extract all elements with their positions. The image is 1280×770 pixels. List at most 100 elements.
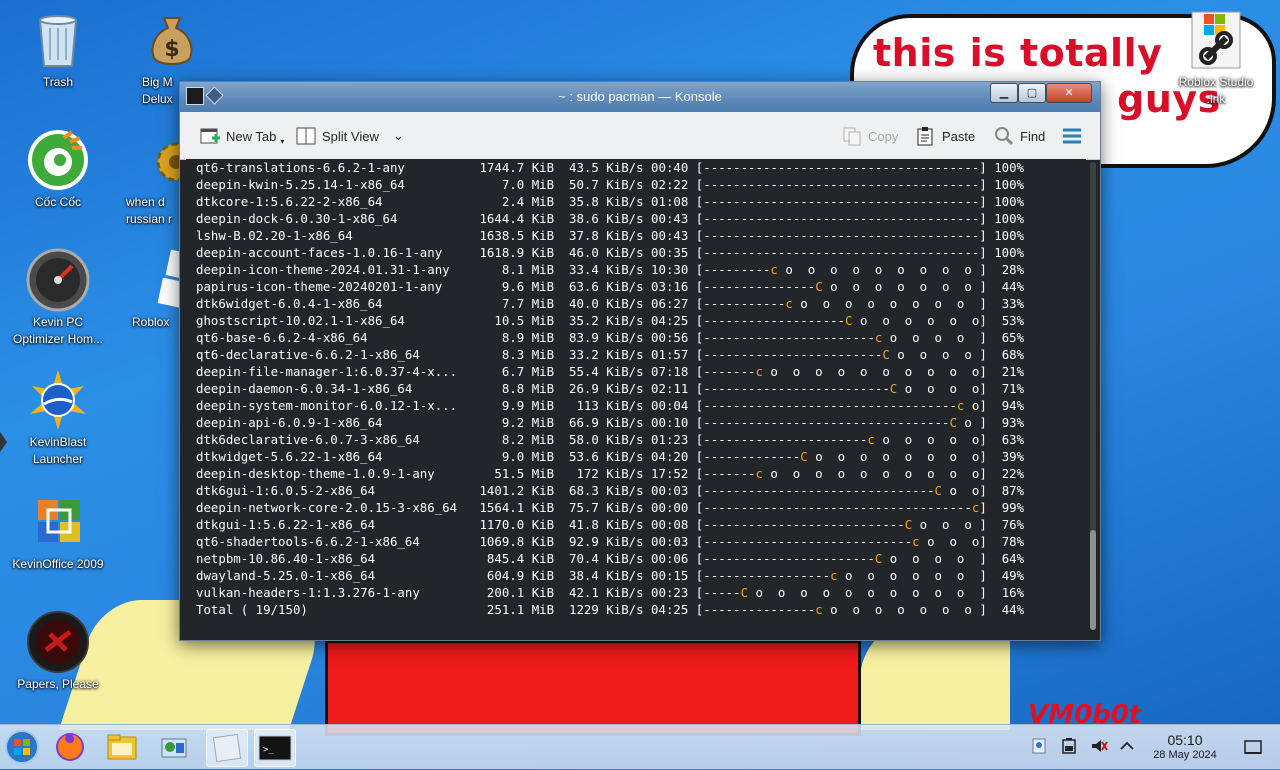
pacman-glyph: c <box>815 602 823 617</box>
konsole-window[interactable]: ~ : sudo pacman — Konsole ▁ ▢ ✕ New Tab … <box>179 81 1101 641</box>
taskbar-clock[interactable]: 05:10 28 May 2024 <box>1140 732 1230 762</box>
package-info: deepin-kwin-5.25.14-1-x86_64 7.0 MiB 50.… <box>196 177 704 192</box>
package-info: deepin-system-monitor-6.0.12-1-x... 9.9 … <box>196 398 704 413</box>
package-info: qt6-declarative-6.6.2-1-x86_64 8.3 MiB 3… <box>196 347 704 362</box>
package-info: deepin-desktop-theme-1.0.9-1-any 51.5 Mi… <box>196 466 704 481</box>
download-row: ghostscript-10.02.1-1-x86_64 10.5 MiB 35… <box>196 312 1086 329</box>
chevron-up-icon[interactable] <box>1118 737 1136 755</box>
progress-bar: -----------------c o o o o o o <box>703 568 980 583</box>
action-center-icon[interactable] <box>1030 737 1048 755</box>
desktop-icon-kevin-pc-optimizer[interactable]: Kevin PC Optimizer Hom... <box>2 248 114 348</box>
desktop-icon-label: KevinBlast Launcher <box>29 435 87 466</box>
chevron-down-icon[interactable]: ▾ <box>280 137 284 146</box>
new-tab-button[interactable]: New Tab ▾ <box>200 126 284 146</box>
paste-label: Paste <box>942 128 976 144</box>
chevron-down-icon[interactable]: ⌄ <box>393 128 404 144</box>
progress-percent: ] 100% <box>979 177 1025 192</box>
desktop-icon-trash[interactable]: Trash <box>2 8 114 91</box>
terminal-output[interactable]: qt6-translations-6.6.2-1-any 1744.7 KiB … <box>186 159 1086 632</box>
money-bag-icon: $ <box>140 8 204 72</box>
file-explorer-icon[interactable] <box>102 729 142 765</box>
package-info: deepin-daemon-6.0.34-1-x86_64 8.8 MiB 26… <box>196 381 704 396</box>
progress-percent: ] 53% <box>979 313 1025 328</box>
progress-bar: ---------------C o o o o o o o <box>703 279 980 294</box>
download-row: qt6-base-6.6.2-4-x86_64 8.9 MiB 83.9 KiB… <box>196 329 1086 346</box>
progress-bar: ------------------------------------- <box>703 228 980 243</box>
konsole-terminal-icon[interactable]: >_ <box>254 729 296 767</box>
desktop-icon-label: Kevin PC Optimizer Hom... <box>12 315 103 346</box>
hamburger-menu-button[interactable] <box>1062 126 1082 146</box>
progress-bar: ---------------------------C o o o <box>703 517 980 532</box>
app-window-icon[interactable] <box>206 729 248 767</box>
clock-time: 05:10 <box>1167 732 1203 748</box>
pacman-glyph: C <box>882 347 890 362</box>
terminal-scrollbar[interactable] <box>1090 162 1096 630</box>
maximize-button[interactable]: ▢ <box>1018 83 1046 103</box>
package-info: dtk6declarative-6.0.7-3-x86_64 8.2 MiB 5… <box>196 432 704 447</box>
pacman-glyph: C <box>949 415 957 430</box>
package-info: dtk6widget-6.0.4-1-x86_64 7.7 MiB 40.0 K… <box>196 296 704 311</box>
package-info: dwayland-5.25.0-1-x86_64 604.9 KiB 38.4 … <box>196 568 704 583</box>
progress-bar: -----C o o o o o o o o o o <box>703 585 980 600</box>
download-row: dtk6gui-1:6.0.5-2-x86_64 1401.2 KiB 68.3… <box>196 482 1086 499</box>
pacman-glyph: c <box>755 466 763 481</box>
close-button[interactable]: ✕ <box>1046 83 1092 103</box>
progress-bar: -------------C o o o o o o o o <box>703 449 980 464</box>
progress-bar: ----------------------c o o o o o <box>703 432 980 447</box>
download-row: lshw-B.02.20-1-x86_64 1638.5 KiB 37.8 Ki… <box>196 227 1086 244</box>
pacman-glyph: c <box>785 296 793 311</box>
mouse-cursor <box>0 432 7 452</box>
package-info: deepin-file-manager-1:6.0.37-4-x... 6.7 … <box>196 364 704 379</box>
download-row: vulkan-headers-1:1.3.276-1-any 200.1 KiB… <box>196 584 1086 601</box>
desktop-icon-kevinblast[interactable]: KevinBlast Launcher <box>2 368 114 468</box>
desktop-icon-coccoc[interactable]: Cốc Cốc <box>2 128 114 211</box>
copy-icon <box>842 126 862 146</box>
show-desktop-icon[interactable] <box>1244 738 1262 756</box>
konsole-toolbar: New Tab ▾ Split View ⌄ Copy Paste Find <box>180 112 1100 160</box>
copy-button[interactable]: Copy <box>842 126 898 146</box>
scrollbar-thumb[interactable] <box>1090 530 1096 630</box>
control-panel-icon[interactable] <box>154 729 194 765</box>
desktop-icon-label: Cốc Cốc <box>34 195 81 209</box>
download-row: deepin-api-6.0.9-1-x86_64 9.2 MiB 66.9 K… <box>196 414 1086 431</box>
desktop-icon-kevinoffice[interactable]: KevinOffice 2009 <box>2 490 114 573</box>
find-button[interactable]: Find <box>994 126 1045 146</box>
progress-percent: ] 63% <box>979 432 1025 447</box>
pacman-glyph: C <box>800 449 808 464</box>
split-view-button[interactable]: Split View ⌄ <box>296 126 404 146</box>
blast-launcher-icon <box>26 368 90 432</box>
progress-percent: ] 76% <box>979 517 1025 532</box>
download-row: dtk6widget-6.0.4-1-x86_64 7.7 MiB 40.0 K… <box>196 295 1086 312</box>
pacman-glyph: c <box>770 262 778 277</box>
volume-muted-icon[interactable] <box>1090 737 1108 755</box>
start-orb-icon[interactable] <box>2 729 42 765</box>
progress-bar: -------c o o o o o o o o o o <box>703 364 980 379</box>
package-info: qt6-translations-6.6.2-1-any 1744.7 KiB … <box>196 160 704 175</box>
progress-bar: -----------c o o o o o o o o <box>703 296 980 311</box>
download-row: papirus-icon-theme-20240201-1-any 9.6 Mi… <box>196 278 1086 295</box>
download-row: deepin-kwin-5.25.14-1-x86_64 7.0 MiB 50.… <box>196 176 1086 193</box>
download-row: deepin-network-core-2.0.15-3-x86_64 1564… <box>196 499 1086 516</box>
package-info: qt6-base-6.6.2-4-x86_64 8.9 MiB 83.9 KiB… <box>196 330 704 345</box>
package-info: Total ( 19/150) 251.1 MiB 1229 KiB/s 04:… <box>196 602 704 617</box>
pacman-glyph: c <box>912 534 920 549</box>
package-info: dtkgui-1:5.6.22-1-x86_64 1170.0 KiB 41.8… <box>196 517 704 532</box>
pacman-glyph: c <box>867 432 875 447</box>
download-row: dtkgui-1:5.6.22-1-x86_64 1170.0 KiB 41.8… <box>196 516 1086 533</box>
svg-text:>_: >_ <box>263 745 274 755</box>
paste-button[interactable]: Paste <box>916 126 975 146</box>
window-title: ~ : sudo pacman — Konsole <box>558 89 722 104</box>
window-titlebar[interactable]: ~ : sudo pacman — Konsole ▁ ▢ ✕ <box>180 82 1100 112</box>
wallpaper-red-shape <box>325 640 861 736</box>
battery-icon[interactable] <box>1060 737 1078 755</box>
shortcut-link-icon <box>1184 8 1248 72</box>
package-info: papirus-icon-theme-20240201-1-any 9.6 Mi… <box>196 279 704 294</box>
firefox-icon[interactable] <box>50 729 90 765</box>
desktop-icon-roblox-studio-lnk[interactable]: Roblox Studio .lnk <box>1160 8 1272 108</box>
desktop-icon-papers-please[interactable]: Papers, Please <box>2 610 114 693</box>
progress-percent: ] 100% <box>979 160 1025 175</box>
minimize-button[interactable]: ▁ <box>990 83 1018 103</box>
progress-percent: ] 99% <box>979 500 1025 515</box>
papers-please-icon <box>26 610 90 674</box>
package-info: vulkan-headers-1:1.3.276-1-any 200.1 KiB… <box>196 585 704 600</box>
